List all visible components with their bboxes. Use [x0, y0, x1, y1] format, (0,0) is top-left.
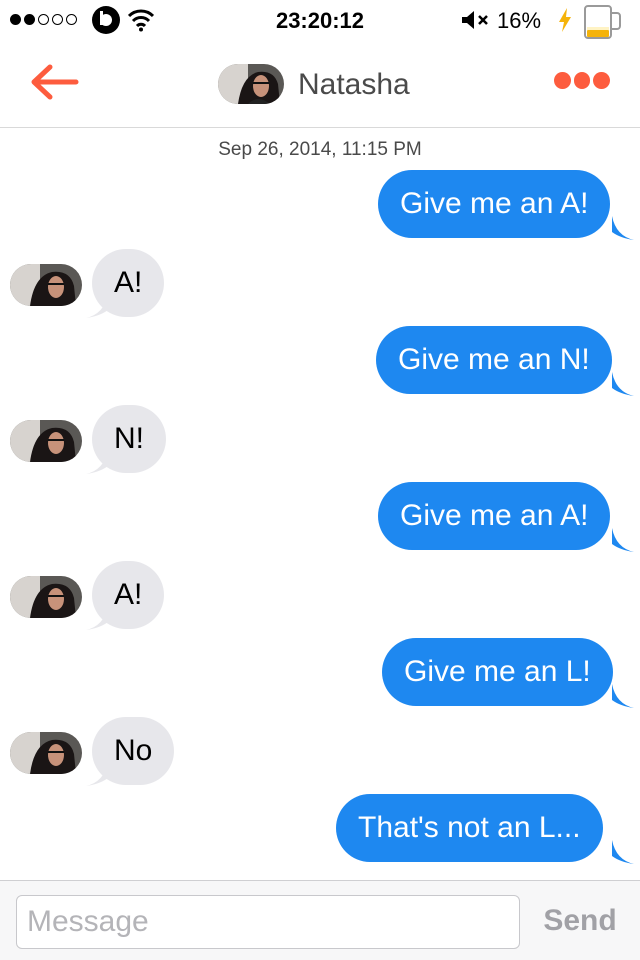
ellipsis-icon[interactable]: [554, 72, 611, 92]
status-time: 23:20:12: [275, 8, 365, 33]
avatar[interactable]: [10, 732, 82, 774]
charging-bolt-icon: [559, 8, 571, 32]
composer-bar: Send: [0, 880, 640, 960]
outgoing-message[interactable]: Give me an N!: [376, 326, 612, 394]
avatar[interactable]: [10, 420, 82, 462]
avatar[interactable]: [10, 264, 82, 306]
beer-battery-icon: [584, 5, 621, 39]
incoming-message[interactable]: No: [92, 717, 175, 785]
message-input[interactable]: [16, 895, 520, 949]
incoming-message[interactable]: N!: [92, 405, 166, 473]
outgoing-message[interactable]: That's not an L...: [336, 794, 603, 862]
thread-timestamp: Sep 26, 2014, 11:15 PM: [218, 139, 422, 160]
incoming-message[interactable]: A!: [92, 561, 165, 629]
send-button[interactable]: Send: [530, 901, 630, 941]
status-bar: 23:20:12 16%: [0, 0, 640, 40]
incoming-message[interactable]: A!: [92, 249, 165, 317]
outgoing-bubble-tail: [612, 528, 634, 552]
outgoing-message[interactable]: Give me an L!: [382, 638, 613, 706]
avatar[interactable]: [218, 64, 284, 104]
arrow-left-icon[interactable]: [28, 62, 80, 102]
outgoing-message[interactable]: Give me an A!: [378, 482, 611, 550]
outgoing-bubble-tail: [612, 684, 634, 708]
mute-icon: [462, 11, 488, 29]
page-title[interactable]: Natasha: [298, 68, 410, 102]
avatar[interactable]: [10, 576, 82, 618]
outgoing-bubble-tail: [612, 840, 634, 864]
nav-bar: Natasha: [0, 40, 640, 128]
outgoing-bubble-tail: [612, 216, 634, 240]
battery-percent: 16%: [497, 8, 542, 33]
outgoing-bubble-tail: [612, 372, 634, 396]
outgoing-message[interactable]: Give me an A!: [378, 170, 611, 238]
